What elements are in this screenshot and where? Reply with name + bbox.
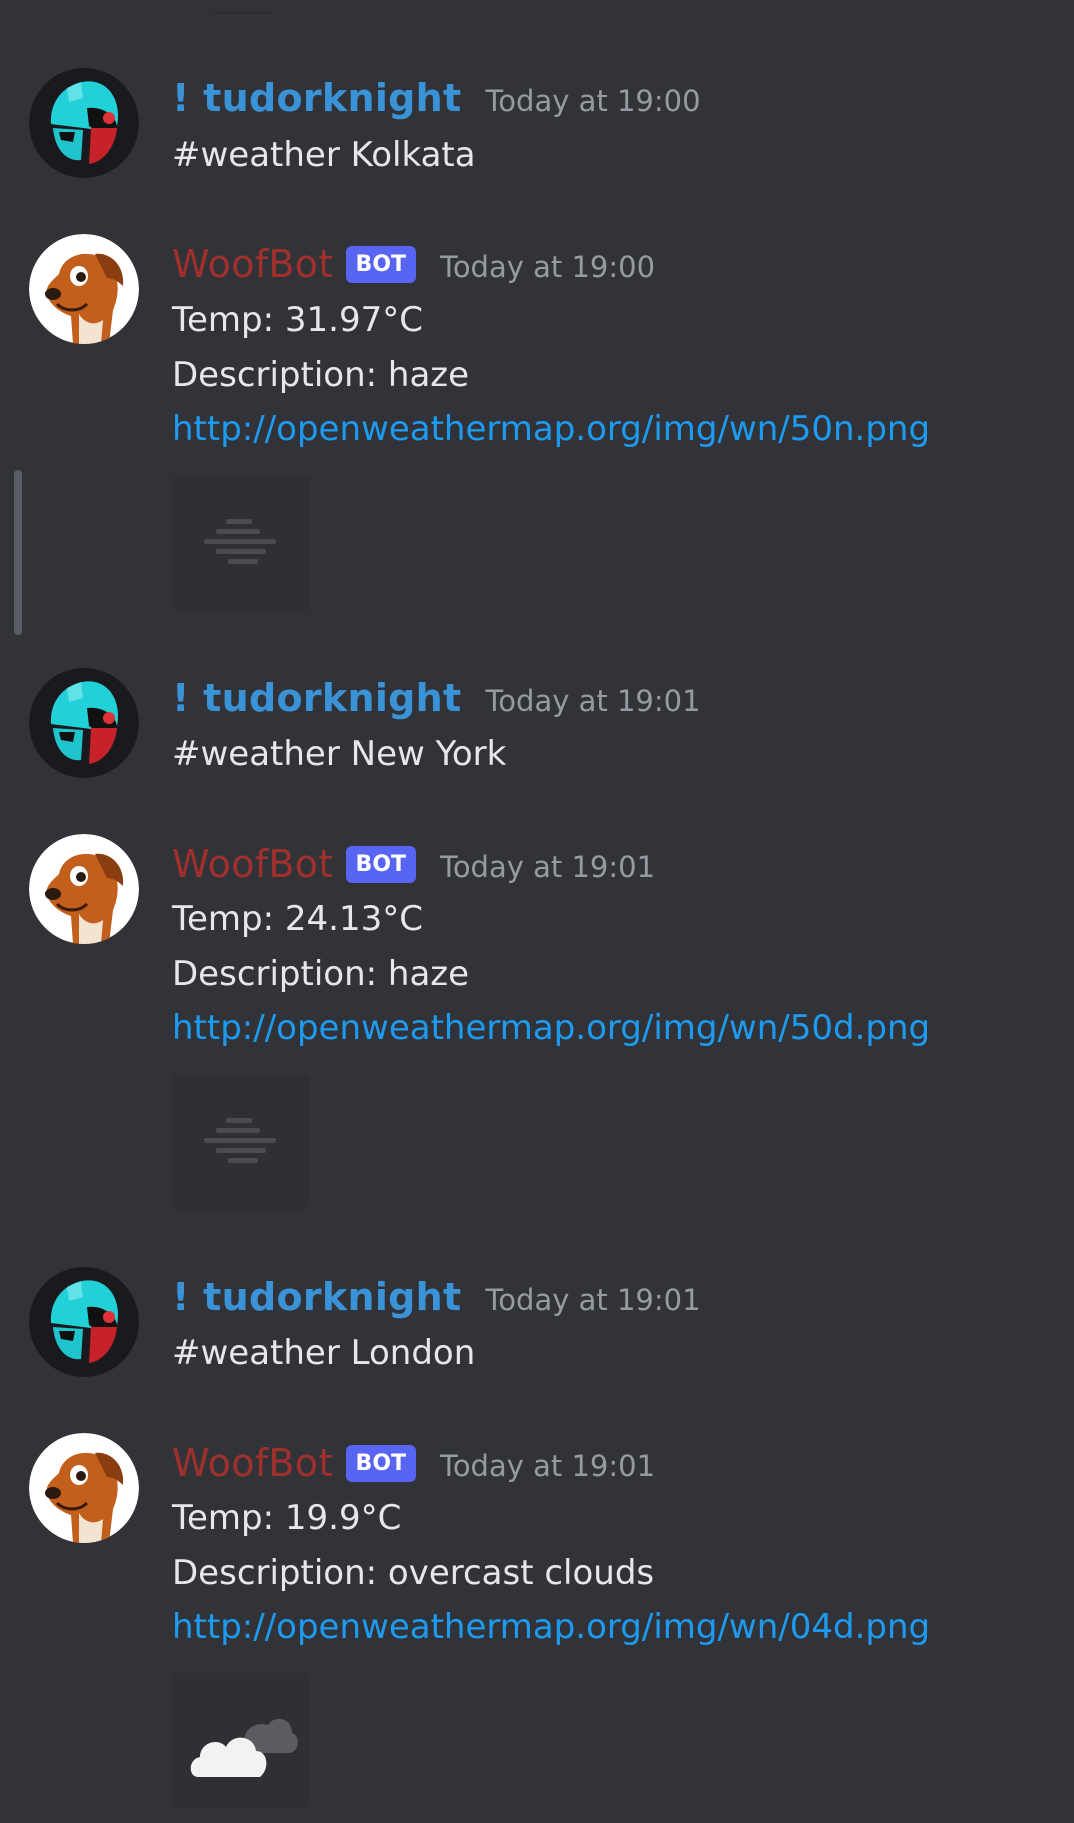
dog-avatar-icon (29, 834, 139, 944)
avatar[interactable] (29, 668, 139, 778)
haze-icon (204, 1118, 276, 1163)
avatar[interactable] (29, 834, 139, 944)
bot-badge: BOT (345, 846, 417, 883)
temp-text: Temp: 31.97°C (172, 300, 423, 340)
username[interactable]: ! tudorknight (172, 76, 462, 120)
weather-icon-link[interactable]: http://openweathermap.org/img/wn/50n.png (172, 409, 930, 449)
message-text: #weather New York (172, 734, 507, 774)
divider (212, 0, 272, 14)
description-text: Description: overcast clouds (172, 1553, 655, 1593)
description-text: Description: haze (172, 355, 470, 395)
weather-icon-link[interactable]: http://openweathermap.org/img/wn/50d.png (172, 1008, 930, 1048)
username[interactable]: WoofBot (172, 842, 334, 886)
username[interactable]: WoofBot (172, 242, 334, 286)
avatar[interactable] (29, 1433, 139, 1543)
timestamp: Today at 19:01 (485, 684, 701, 718)
timestamp: Today at 19:00 (485, 84, 701, 118)
timestamp: Today at 19:01 (485, 1283, 701, 1317)
temp-text: Temp: 24.13°C (172, 899, 423, 939)
bot-badge: BOT (345, 246, 417, 283)
image-embed[interactable] (172, 475, 310, 611)
dog-avatar-icon (29, 234, 139, 344)
cloud-icon (190, 1718, 298, 1777)
dog-avatar-icon (29, 1433, 139, 1543)
timestamp: Today at 19:01 (440, 850, 656, 884)
avatar[interactable] (29, 234, 139, 344)
image-embed[interactable] (172, 1074, 310, 1210)
username[interactable]: WoofBot (172, 1441, 334, 1485)
timestamp: Today at 19:00 (440, 250, 656, 284)
stormtrooper-avatar-icon (29, 1267, 139, 1377)
stormtrooper-avatar-icon (29, 68, 139, 178)
scrollbar[interactable] (14, 470, 22, 635)
weather-icon-link[interactable]: http://openweathermap.org/img/wn/04d.png (172, 1607, 930, 1647)
haze-icon (204, 519, 276, 564)
image-embed[interactable] (172, 1673, 310, 1809)
avatar[interactable] (29, 1267, 139, 1377)
message-text: #weather Kolkata (172, 135, 476, 175)
description-text: Description: haze (172, 954, 470, 994)
username[interactable]: ! tudorknight (172, 676, 462, 720)
avatar[interactable] (29, 68, 139, 178)
timestamp: Today at 19:01 (440, 1449, 656, 1483)
username[interactable]: ! tudorknight (172, 1275, 462, 1319)
bot-badge: BOT (345, 1445, 417, 1482)
stormtrooper-avatar-icon (29, 668, 139, 778)
temp-text: Temp: 19.9°C (172, 1498, 402, 1538)
message-text: #weather London (172, 1333, 476, 1373)
